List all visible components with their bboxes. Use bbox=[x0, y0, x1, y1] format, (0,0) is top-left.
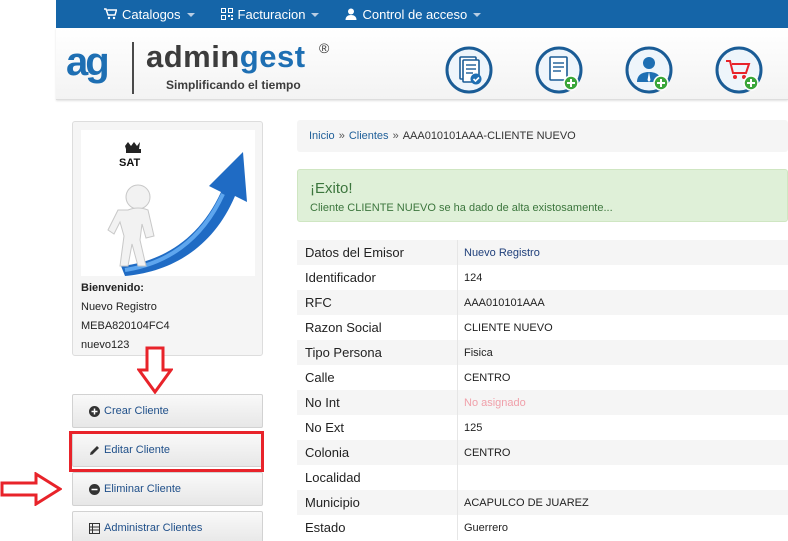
alert-message: Cliente CLIENTE NUEVO se ha dado de alta… bbox=[310, 202, 613, 214]
alert-title: ¡Exito! bbox=[310, 180, 353, 197]
table-row: Estado Guerrero bbox=[297, 515, 788, 540]
row-label: Razon Social bbox=[305, 320, 382, 335]
table-row: Municipio ACAPULCO DE JUAREZ bbox=[297, 490, 788, 515]
row-label: Colonia bbox=[305, 445, 350, 460]
sat-label: SAT bbox=[119, 157, 140, 169]
growth-arrow-illustration: SAT bbox=[107, 142, 247, 276]
row-value: AAA010101AAA bbox=[457, 290, 545, 315]
success-alert: ¡Exito! Cliente CLIENTE NUEVO se ha dado… bbox=[297, 169, 788, 222]
table-row: No Ext 125 bbox=[297, 415, 788, 440]
client-details-table: Datos del Emisor Nuevo Registro Identific… bbox=[297, 240, 788, 540]
row-value: Guerrero bbox=[457, 515, 508, 540]
table-row: RFC AAA010101AAA bbox=[297, 290, 788, 315]
row-value: CENTRO bbox=[457, 440, 510, 465]
app-header: ag admingest ® Simplificando el tiempo bbox=[56, 28, 788, 100]
chevron-down-icon bbox=[311, 13, 320, 17]
nav-facturacion[interactable]: Facturacion bbox=[220, 6, 320, 22]
row-label: Identificador bbox=[305, 270, 376, 285]
annotation-arrow-down-icon bbox=[137, 346, 173, 394]
row-label: RFC bbox=[305, 295, 332, 310]
crear-cliente-label: Crear Cliente bbox=[104, 405, 169, 417]
administrar-clientes-label: Administrar Clientes bbox=[104, 522, 203, 534]
table-row: Calle CENTRO bbox=[297, 365, 788, 390]
sat-logo-icon bbox=[125, 142, 141, 153]
qrcode-icon bbox=[220, 8, 233, 20]
user-add-icon[interactable] bbox=[625, 46, 673, 94]
editar-cliente-label: Editar Cliente bbox=[104, 444, 171, 456]
row-label: Municipio bbox=[305, 495, 360, 510]
nav-catalogos-label: Catalogos bbox=[122, 6, 181, 22]
row-label: Tipo Persona bbox=[305, 345, 382, 360]
list-icon bbox=[89, 522, 100, 534]
row-value: CENTRO bbox=[457, 365, 510, 390]
row-value: Nuevo Registro bbox=[457, 240, 540, 265]
logo-tagline: Simplificando el tiempo bbox=[166, 78, 301, 92]
editar-cliente-button[interactable]: Editar Cliente bbox=[72, 433, 263, 467]
table-row: Datos del Emisor Nuevo Registro bbox=[297, 240, 788, 265]
cart-add-icon[interactable] bbox=[715, 46, 763, 94]
welcome-block: Bienvenido: Nuevo Registro MEBA820104FC4… bbox=[81, 279, 170, 355]
breadcrumb-separator: » bbox=[392, 130, 399, 142]
row-label: No Ext bbox=[305, 420, 345, 435]
breadcrumb-clientes-link[interactable]: Clientes bbox=[349, 130, 389, 142]
table-row: Colonia CENTRO bbox=[297, 440, 788, 465]
nav-catalogos[interactable]: Catalogos bbox=[104, 7, 195, 22]
row-value: Fisica bbox=[457, 340, 493, 365]
row-label: No Int bbox=[305, 395, 340, 410]
table-row: No Int No asignado bbox=[297, 390, 788, 415]
cart-icon bbox=[104, 8, 117, 20]
table-row: Localidad bbox=[297, 465, 788, 490]
row-label: Estado bbox=[305, 520, 346, 535]
breadcrumb-separator: » bbox=[338, 130, 345, 142]
eliminar-cliente-label: Eliminar Cliente bbox=[104, 483, 182, 495]
profile-image: SAT bbox=[81, 130, 255, 276]
breadcrumb-inicio-link[interactable]: Inicio bbox=[309, 130, 335, 142]
welcome-label: Bienvenido: bbox=[81, 282, 144, 294]
user-rfc: MEBA820104FC4 bbox=[81, 320, 170, 332]
plus-circle-icon bbox=[89, 405, 100, 417]
table-row: Identificador 124 bbox=[297, 265, 788, 290]
profile-panel: SAT Bienvenido: Nuevo Registro MEBA82010… bbox=[72, 121, 263, 356]
logo-registered-mark: ® bbox=[319, 40, 330, 56]
annotation-arrow-right-icon bbox=[0, 472, 62, 506]
row-label: Calle bbox=[305, 370, 335, 385]
eliminar-cliente-button[interactable]: Eliminar Cliente bbox=[72, 472, 263, 506]
table-row: Razon Social CLIENTE NUEVO bbox=[297, 315, 788, 340]
breadcrumb: Inicio » Clientes » AAA010101AAA-CLIENTE… bbox=[297, 120, 788, 152]
logo-mark: ag bbox=[66, 40, 110, 84]
row-label: Localidad bbox=[305, 470, 361, 485]
row-value: ACAPULCO DE JUAREZ bbox=[457, 490, 589, 515]
nav-facturacion-label: Facturacion bbox=[237, 6, 306, 22]
user-name: Nuevo Registro bbox=[81, 301, 157, 313]
pencil-icon bbox=[89, 445, 100, 456]
logo-divider bbox=[132, 42, 134, 94]
table-row: Tipo Persona Fisica bbox=[297, 340, 788, 365]
nav-control-acceso-label: Control de acceso bbox=[362, 6, 468, 22]
row-value: No asignado bbox=[457, 390, 526, 415]
top-navbar: Catalogos Facturacion Control de acceso bbox=[56, 0, 788, 28]
document-add-icon[interactable] bbox=[535, 46, 583, 94]
nav-control-acceso[interactable]: Control de acceso bbox=[345, 6, 482, 22]
invoice-check-icon[interactable] bbox=[445, 46, 493, 94]
user-icon bbox=[345, 8, 357, 20]
row-value: CLIENTE NUEVO bbox=[457, 315, 553, 340]
logo-name: admingest bbox=[146, 39, 306, 74]
administrar-clientes-button[interactable]: Administrar Clientes bbox=[72, 511, 263, 541]
row-value: 124 bbox=[457, 265, 482, 290]
crear-cliente-button[interactable]: Crear Cliente bbox=[72, 394, 263, 428]
chevron-down-icon bbox=[186, 13, 195, 17]
minus-circle-icon bbox=[89, 483, 100, 495]
row-value: 125 bbox=[457, 415, 482, 440]
breadcrumb-current: AAA010101AAA-CLIENTE NUEVO bbox=[402, 130, 576, 142]
chevron-down-icon bbox=[473, 13, 482, 17]
row-value bbox=[457, 465, 464, 490]
row-label: Datos del Emisor bbox=[305, 245, 404, 260]
